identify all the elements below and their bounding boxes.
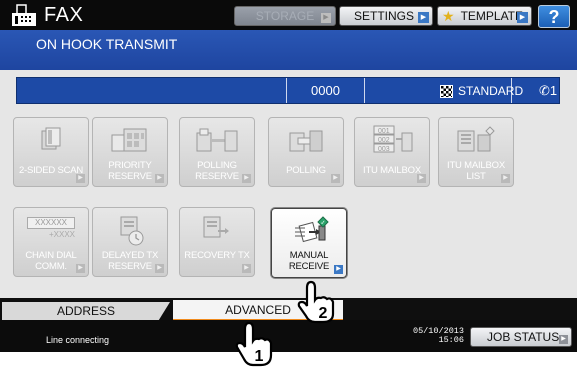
job-status-label: JOB STATUS (487, 330, 560, 344)
time-text: 15:06 (438, 335, 464, 345)
arrow-right-icon: ▶ (155, 264, 164, 273)
arrow-right-icon: ▶ (418, 12, 429, 23)
arrow-right-icon: ▶ (76, 174, 85, 183)
polling-button[interactable]: POLLING ▶ (268, 117, 344, 187)
storage-label: STORAGE (255, 9, 315, 23)
storage-button[interactable]: STORAGE ▶ (234, 6, 336, 26)
hand-pointer-icon: 2 (297, 280, 335, 324)
two-sided-scan-button[interactable]: 2-SIDED SCAN ▶ (13, 117, 89, 187)
arrow-right-icon: ▶ (155, 174, 164, 183)
chain-dial-button[interactable]: XXXXXX +XXXX CHAIN DIAL COMM. ▶ (13, 207, 89, 277)
template-button[interactable]: ★ TEMPLATE ▶ (437, 6, 532, 26)
arrow-right-icon: ▶ (517, 12, 528, 23)
recovery-tx-icon (203, 216, 229, 238)
template-label: TEMPLATE (460, 9, 524, 23)
delayed-tx-reserve-button[interactable]: DELAYED TX RESERVE ▶ (92, 207, 168, 277)
itu-mailbox-list-button[interactable]: ITU MAILBOX LIST ▶ (438, 117, 514, 187)
arrow-right-icon: ▶ (76, 264, 85, 273)
callout-number: 2 (319, 305, 328, 322)
chain-dial-number: XXXXXX (27, 217, 75, 229)
fax-screen: FAX STORAGE ▶ SETTINGS ▶ ★ TEMPLATE ▶ ? … (0, 0, 577, 352)
resolution-label: STANDARD (458, 84, 524, 98)
callout-number: 1 (255, 348, 264, 365)
divider (286, 78, 287, 103)
status-row: 0000 STANDARD ✆1 (16, 77, 560, 104)
phone-icon: ✆ (539, 83, 550, 98)
mode-header: ON HOOK TRANSMIT (0, 30, 577, 70)
polling-reserve-icon (196, 128, 238, 152)
hand-pointer-icon: 1 (235, 321, 273, 367)
arrow-right-icon: ▶ (559, 335, 568, 344)
divider (364, 78, 365, 103)
page-count: 0000 (311, 83, 340, 98)
polling-icon (289, 130, 323, 152)
job-status-button[interactable]: JOB STATUS ▶ (470, 327, 572, 347)
line-indicator: ✆1 (539, 83, 557, 99)
itu-mailbox-button[interactable]: 001 002 003 ITU MAILBOX ▶ (354, 117, 430, 187)
manual-receive-button[interactable]: ✓ MANUAL RECEIVE ▶ (271, 208, 347, 278)
help-button[interactable]: ? (538, 5, 570, 28)
arrow-right-icon: ▶ (242, 264, 251, 273)
settings-label: SETTINGS (354, 9, 415, 23)
two-sided-scan-icon (41, 127, 61, 150)
arrow-right-icon: ▶ (242, 174, 251, 183)
arrow-right-icon: ▶ (417, 174, 426, 183)
arrow-right-icon: ▶ (321, 13, 331, 23)
mailbox-number: 003 (378, 146, 390, 153)
settings-button[interactable]: SETTINGS ▶ (339, 6, 433, 26)
function-label: RECOVERY TX (184, 250, 250, 261)
delayed-tx-icon (120, 216, 144, 246)
chain-dial-icon: XXXXXX +XXXX (27, 217, 75, 243)
fax-machine-icon (12, 4, 36, 26)
mailbox-number: 002 (378, 137, 390, 144)
recovery-tx-button[interactable]: RECOVERY TX ▶ (179, 207, 255, 277)
app-title: FAX (44, 4, 84, 26)
star-icon: ★ (442, 7, 455, 24)
itu-mailbox-list-icon (457, 126, 495, 152)
manual-receive-icon: ✓ (295, 216, 329, 243)
line-number: 1 (549, 83, 558, 98)
arrow-right-icon: ▶ (334, 265, 343, 274)
line-status-text: Line connecting (46, 335, 110, 345)
arrow-right-icon: ▶ (331, 174, 340, 183)
mailbox-number: 001 (378, 128, 390, 135)
arrow-right-icon: ▶ (501, 174, 510, 183)
mode-title: ON HOOK TRANSMIT (36, 36, 178, 52)
chain-dial-extension: +XXXX (48, 230, 75, 239)
itu-mailbox-icon: 001 002 003 (373, 125, 413, 153)
resolution-icon (440, 85, 453, 98)
date-time: 05/10/2013 15:06 (404, 327, 464, 345)
priority-reserve-button[interactable]: PRIORITY RESERVE ▶ (92, 117, 168, 187)
svg-text:✓: ✓ (320, 221, 325, 227)
tab-address[interactable]: ADDRESS (2, 302, 170, 321)
polling-reserve-button[interactable]: POLLING RESERVE ▶ (179, 117, 255, 187)
priority-reserve-icon (111, 128, 147, 152)
